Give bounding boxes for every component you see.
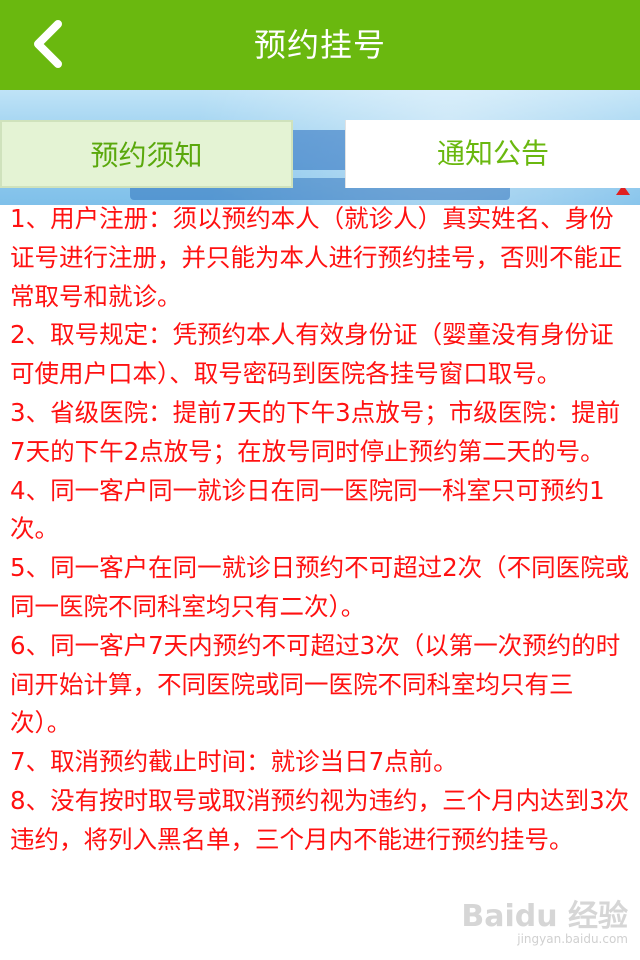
rule-item: 3、省级医院：提前7天的下午3点放号；市级医院：提前7天的下午2点放号；在放号同… xyxy=(10,397,621,466)
tab-appointment-notice[interactable]: 预约须知 xyxy=(0,120,293,188)
rule-item: 6、同一客户7天内预约不可超过3次（以第一次预约的时间开始计算，不同医院或同一医… xyxy=(10,630,621,738)
appointment-rules-list: 1、用户注册：须以预约本人（就诊人）真实姓名、身份证号进行注册，并只能为本人进行… xyxy=(10,200,632,860)
baidu-jingyan-watermark: Baidu 经验 jingyan.baidu.com xyxy=(461,899,628,947)
rule-item: 8、没有按时取号或取消预约视为违约，三个月内达到3次违约，将列入黑名单，三个月内… xyxy=(10,785,630,854)
page-title: 预约挂号 xyxy=(253,26,386,64)
watermark-url: jingyan.baidu.com xyxy=(517,932,628,946)
rule-item: 1、用户注册：须以预约本人（就诊人）真实姓名、身份证号进行注册，并只能为本人进行… xyxy=(10,204,623,311)
rule-item: 2、取号规定：凭预约本人有效身份证（婴童没有身份证可使用户口本）、取号密码到医院… xyxy=(10,320,614,389)
rule-item: 4、同一客户同一就诊日在同一医院同一科室只可预约1次。 xyxy=(10,475,605,544)
rule-item: 7、取消预约截止时间：就诊当日7点前。 xyxy=(10,747,458,777)
tab-announcements[interactable]: 通知公告 xyxy=(345,120,640,188)
rule-item: 5、同一客户在同一就诊日预约不可超过2次（不同医院或同一医院不同科室均只有二次）… xyxy=(10,553,630,621)
top-navigation-bar: 预约挂号 xyxy=(0,0,640,90)
watermark-brand: Baidu 经验 xyxy=(461,899,628,934)
